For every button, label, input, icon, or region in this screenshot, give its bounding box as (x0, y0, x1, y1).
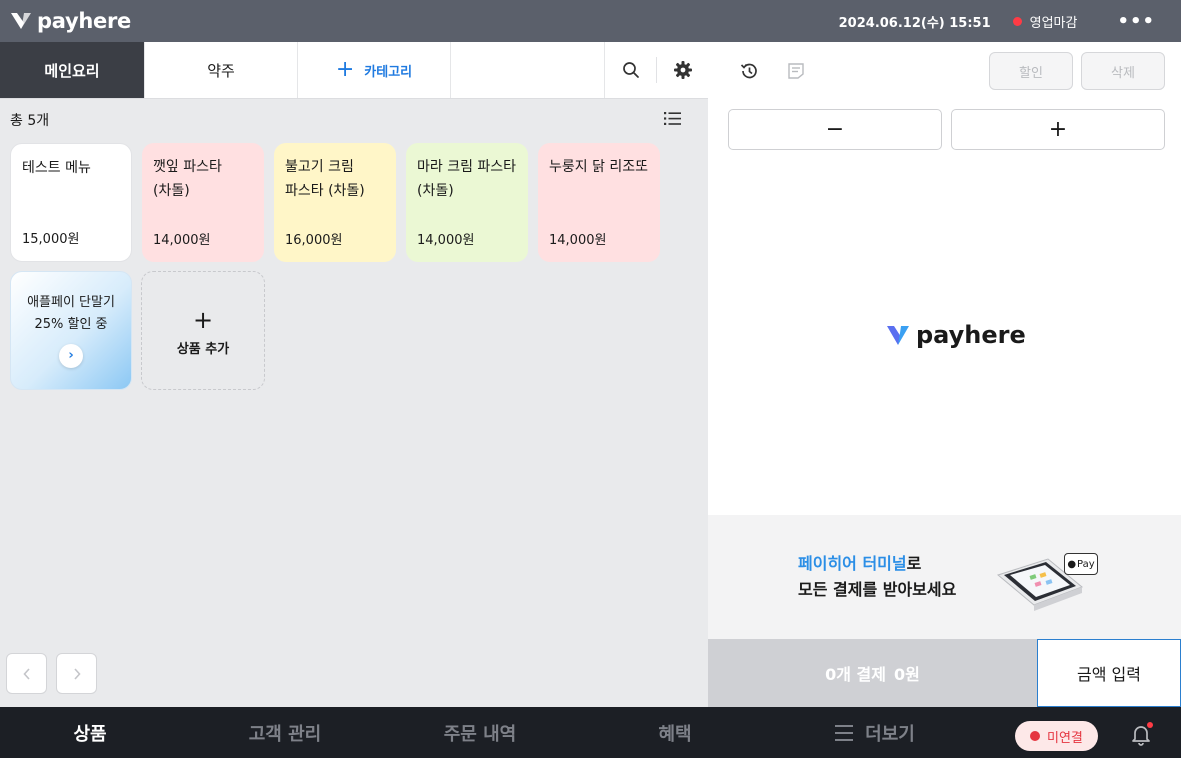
nav-more-label: 더보기 (865, 723, 915, 745)
nav-products[interactable]: 상품 (50, 707, 130, 758)
product-card[interactable]: 누룽지 닭 리조또 14,000원 (538, 143, 660, 262)
product-card[interactable]: 테스트 메뉴 15,000원 (10, 143, 132, 262)
checkout-total: 0원 (894, 665, 920, 684)
more-menu-button[interactable]: ••• (1117, 11, 1155, 32)
product-name: 누룽지 닭 리조또 (549, 159, 649, 175)
product-name: 테스트 메뉴 (22, 160, 91, 176)
tab-yakju[interactable]: 약주 (145, 42, 298, 98)
search-button[interactable] (605, 42, 656, 98)
add-category-label: 카테고리 (364, 64, 413, 80)
product-name: 마라 크림 파스타 (차돌) (417, 159, 517, 199)
promo-line-2: 25% 할인 중 (34, 317, 108, 332)
product-name: 깻잎 파스타(차돌) (153, 159, 222, 199)
amount-input-button[interactable]: 금액 입력 (1037, 639, 1181, 707)
apple-pay-badge: ● Pay (1064, 553, 1098, 575)
top-bar: payhere 2024.06.12(수) 15:51 영업마감 ••• (0, 0, 1181, 42)
history-icon (740, 63, 757, 79)
product-name: 불고기 크림 파스타 (차돌) (285, 159, 365, 199)
payhere-center-logo: payhere (886, 321, 1026, 349)
applepay-promo-card[interactable]: 애플페이 단말기 25% 할인 중 › (10, 271, 132, 390)
apple-icon: ● (1067, 558, 1077, 570)
connection-status-label: 미연결 (1047, 730, 1083, 746)
product-price: 14,000원 (153, 233, 211, 248)
product-count: 총 5개 (10, 113, 50, 129)
settings-button[interactable] (657, 42, 708, 98)
memo-icon (788, 63, 804, 79)
list-icon (664, 111, 681, 125)
payhere-logo-icon (887, 326, 909, 345)
product-price: 16,000원 (285, 233, 343, 248)
pagination (6, 653, 97, 694)
connection-status-badge[interactable]: 미연결 (1015, 721, 1098, 751)
nav-more[interactable]: 더보기 (820, 707, 930, 758)
current-datetime: 2024.06.12(수) 15:51 (838, 15, 991, 31)
increase-quantity-button[interactable]: + (951, 109, 1165, 150)
decrease-quantity-button[interactable]: − (728, 109, 942, 150)
promo-line-1: 애플페이 단말기 (27, 295, 115, 310)
brand-name: payhere (37, 9, 131, 33)
chevron-left-icon (22, 667, 30, 680)
center-brand-name: payhere (916, 321, 1026, 349)
store-status-dot (1012, 16, 1022, 26)
product-price: 15,000원 (22, 232, 80, 247)
payhere-logo-icon (11, 13, 31, 29)
plus-icon: + (335, 57, 355, 82)
nav-customers[interactable]: 고객 관리 (230, 707, 340, 758)
discount-button[interactable]: 할인 (989, 52, 1073, 90)
nav-benefits[interactable]: 혜택 (635, 707, 715, 758)
nav-orders[interactable]: 주문 내역 (425, 707, 535, 758)
apple-pay-label: Pay (1077, 558, 1095, 570)
banner-line-2: 모든 결제를 받아보세요 (798, 580, 957, 599)
product-price: 14,000원 (417, 233, 475, 248)
product-card[interactable]: 깻잎 파스타(차돌) 14,000원 (142, 143, 264, 262)
bottom-nav: 상품 고객 관리 주문 내역 혜택 더보기 미연결 (0, 707, 1181, 758)
delete-button[interactable]: 삭제 (1081, 52, 1165, 90)
order-history-button[interactable] (729, 51, 769, 91)
plus-icon: + (192, 306, 214, 334)
next-page-button[interactable] (56, 653, 97, 694)
store-status-label[interactable]: 영업마감 (1030, 12, 1078, 31)
list-view-button[interactable] (664, 111, 681, 130)
chevron-right-icon (73, 667, 81, 680)
terminal-device-image: ● Pay (990, 547, 1100, 615)
tab-main-dish[interactable]: 메인요리 (0, 42, 145, 98)
prev-page-button[interactable] (6, 653, 47, 694)
banner-highlight: 페이히어 터미널 (798, 554, 907, 573)
search-icon (622, 62, 639, 78)
hamburger-icon (835, 724, 854, 741)
add-product-label: 상품 추가 (176, 342, 230, 357)
gear-icon (673, 61, 692, 79)
tab-spacer (451, 42, 605, 98)
product-panel: 메인요리 약주 + 카테고리 총 5개 테스트 메뉴 15,000원 깻잎 파스… (0, 42, 708, 707)
checkout-button[interactable]: 0개 결제 0원 (708, 639, 1037, 707)
payhere-logo: payhere (10, 9, 131, 33)
product-card[interactable]: 불고기 크림 파스타 (차돌) 16,000원 (274, 143, 396, 262)
memo-button[interactable] (776, 51, 816, 91)
category-tabs: 메인요리 약주 + 카테고리 (0, 42, 708, 99)
checkout-item-count: 0개 결제 (825, 665, 886, 684)
add-category-button[interactable]: + 카테고리 (298, 42, 451, 98)
banner-suffix: 로 (906, 554, 922, 573)
chevron-right-icon: › (59, 344, 83, 368)
add-product-button[interactable]: + 상품 추가 (141, 271, 265, 390)
order-panel: 할인 삭제 − + payhere 페이히어 터미널로 모든 결제를 받아보세요 (708, 42, 1181, 707)
notification-button[interactable] (1128, 721, 1154, 747)
notification-badge (1147, 722, 1153, 728)
product-card[interactable]: 마라 크림 파스타 (차돌) 14,000원 (406, 143, 528, 262)
terminal-promo-banner[interactable]: 페이히어 터미널로 모든 결제를 받아보세요 ● Pay (708, 515, 1181, 639)
connection-status-dot (1030, 731, 1040, 741)
product-price: 14,000원 (549, 233, 607, 248)
